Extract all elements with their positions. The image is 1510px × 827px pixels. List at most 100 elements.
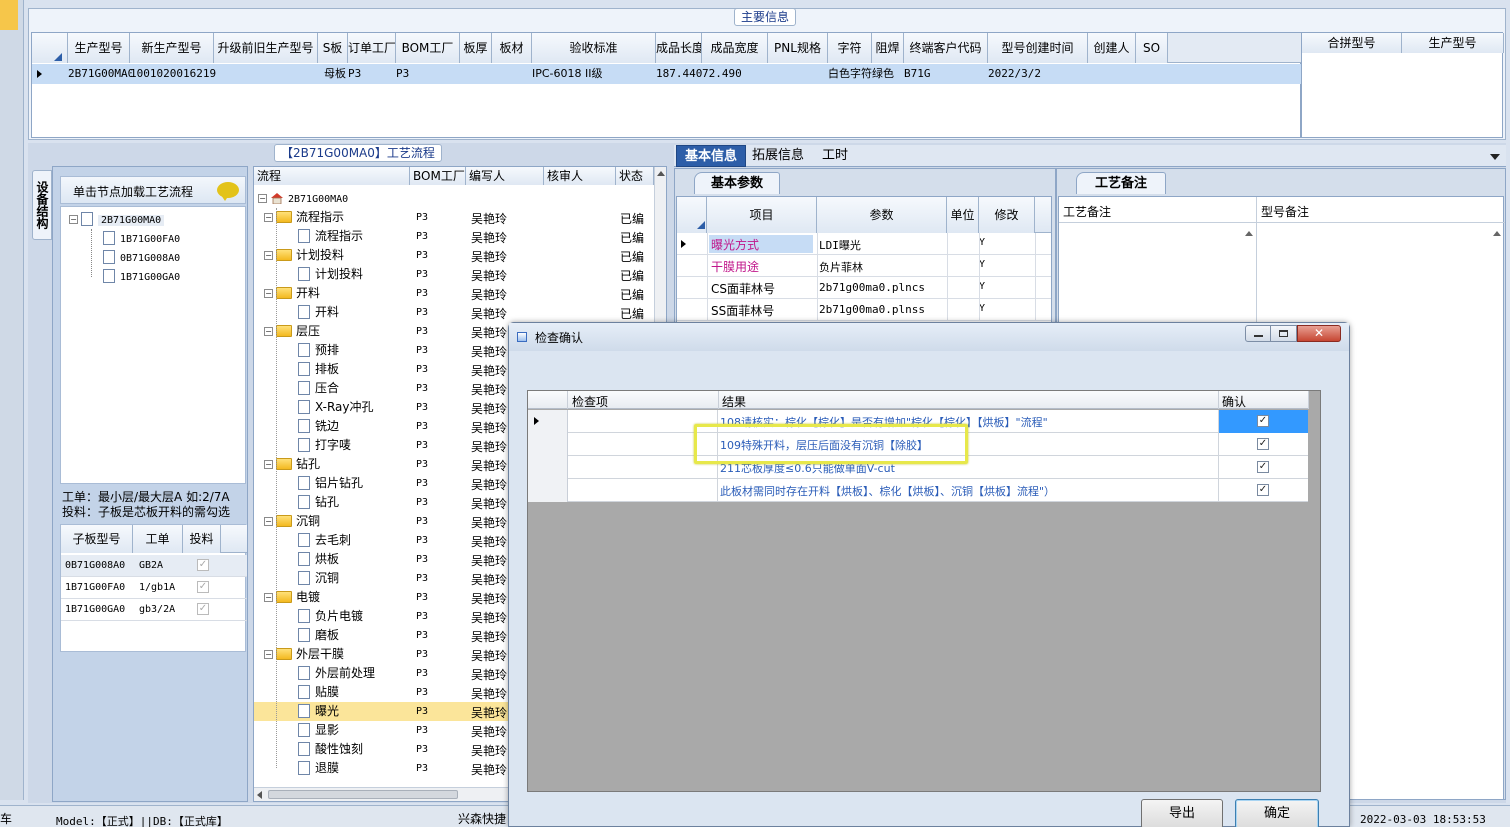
flow-node[interactable]: − 沉铜 bbox=[264, 512, 320, 531]
flow-node[interactable]: − 钻孔 bbox=[264, 455, 320, 474]
main-col-header[interactable]: S板 bbox=[318, 33, 348, 63]
flow-node[interactable]: 铣边 bbox=[298, 417, 339, 436]
main-col-header[interactable]: 升级前旧生产型号 bbox=[214, 33, 318, 63]
flow-node[interactable]: − 开料 bbox=[264, 284, 320, 303]
scroll-up-icon[interactable] bbox=[657, 171, 665, 176]
export-button[interactable]: 导出 bbox=[1141, 799, 1223, 827]
dlg-col-header[interactable]: 结果 bbox=[722, 393, 1216, 410]
right-tab[interactable]: 拓展信息 bbox=[744, 145, 812, 167]
flow-node[interactable]: 压合 bbox=[298, 379, 339, 398]
sub-board-row[interactable]: 1B71G00FA0 1/gb1A ✓ bbox=[61, 577, 247, 599]
main-col-header[interactable]: 成品宽度 bbox=[702, 33, 768, 63]
collapse-icon[interactable]: − bbox=[69, 215, 78, 224]
flow-col-header[interactable]: 状态 bbox=[616, 167, 654, 185]
main-col-header[interactable]: 验收标准 bbox=[532, 33, 656, 63]
flow-node[interactable]: 酸性蚀刻 bbox=[298, 740, 363, 759]
flow-row[interactable]: − 开料 P3 吴艳玲 已编 bbox=[254, 284, 654, 303]
bp-col-header[interactable]: 修改 bbox=[979, 197, 1035, 233]
collapse-icon[interactable]: − bbox=[264, 251, 273, 260]
flow-node[interactable]: 曝光 bbox=[298, 702, 339, 721]
dialog-titlebar[interactable]: 检查确认 ✕ bbox=[509, 323, 1349, 351]
model-tree-node[interactable]: 0B71G008A0 bbox=[103, 248, 180, 267]
tab-process-notes[interactable]: 工艺备注 bbox=[1076, 172, 1167, 194]
model-tree-node[interactable]: 1B71G00GA0 bbox=[103, 267, 180, 286]
confirm-checkbox[interactable]: ✓ bbox=[1257, 438, 1269, 450]
bp-row[interactable]: 曝光方式 LDI曝光 Y bbox=[677, 233, 1051, 255]
collapse-icon[interactable]: − bbox=[264, 650, 273, 659]
bp-col-header[interactable]: 参数 bbox=[817, 197, 947, 233]
main-col-header[interactable]: 终端客户代码 bbox=[904, 33, 988, 63]
main-col-header[interactable]: 板材 bbox=[492, 33, 532, 63]
flow-node[interactable]: 磨板 bbox=[298, 626, 339, 645]
minimize-button[interactable] bbox=[1245, 325, 1271, 342]
flow-node[interactable]: 铝片钻孔 bbox=[298, 474, 363, 493]
feed-checkbox[interactable]: ✓ bbox=[197, 603, 209, 615]
flow-node[interactable]: 贴膜 bbox=[298, 683, 339, 702]
check-row[interactable]: 此板材需同时存在开料【烘板】、棕化【烘板】、沉铜【烘板】流程"） ✓ bbox=[528, 479, 1308, 502]
flow-row[interactable]: 开料 P3 吴艳玲 已编 bbox=[254, 303, 654, 322]
main-col-header[interactable]: 订单工厂 bbox=[348, 33, 396, 63]
right-tab[interactable]: 基本信息 bbox=[676, 145, 747, 167]
main-col-header[interactable]: 字符 bbox=[828, 33, 872, 63]
flow-node[interactable]: 开料 bbox=[298, 303, 339, 322]
flow-node[interactable]: 烘板 bbox=[298, 550, 339, 569]
confirm-checkbox[interactable]: ✓ bbox=[1257, 461, 1269, 473]
sub-col-header[interactable]: 投料 bbox=[183, 525, 221, 553]
flow-row[interactable]: 计划投料 P3 吴艳玲 已编 bbox=[254, 265, 654, 284]
sub-col-header[interactable]: 工单 bbox=[133, 525, 183, 553]
flow-row[interactable]: − 计划投料 P3 吴艳玲 已编 bbox=[254, 246, 654, 265]
flow-node[interactable]: 沉铜 bbox=[298, 569, 339, 588]
merge-col-header[interactable]: 合拼型号 bbox=[1302, 33, 1402, 53]
sub-board-row[interactable]: 0B71G008A0 GB2A ✓ bbox=[61, 555, 247, 577]
bp-col-header[interactable]: 项目 bbox=[707, 197, 817, 233]
model-tree-node[interactable]: 1B71G00FA0 bbox=[103, 229, 180, 248]
flow-node[interactable]: − 电镀 bbox=[264, 588, 320, 607]
hscroll-thumb[interactable] bbox=[268, 790, 458, 799]
flow-node[interactable]: − 层压 bbox=[264, 322, 320, 341]
flow-node[interactable]: − 外层干膜 bbox=[264, 645, 344, 664]
flow-col-header[interactable]: BOM工厂 bbox=[410, 167, 466, 185]
flow-node[interactable]: 流程指示 bbox=[298, 227, 363, 246]
main-col-header[interactable]: 生产型号 bbox=[68, 33, 130, 63]
flow-node[interactable]: 外层前处理 bbox=[298, 664, 375, 683]
sub-col-header[interactable]: 子板型号 bbox=[61, 525, 133, 553]
collapse-icon[interactable]: − bbox=[264, 327, 273, 336]
confirm-checkbox[interactable]: ✓ bbox=[1257, 415, 1269, 427]
main-col-header[interactable]: 成品长度 bbox=[656, 33, 702, 63]
feed-checkbox[interactable]: ✓ bbox=[197, 581, 209, 593]
flow-node[interactable]: 预排 bbox=[298, 341, 339, 360]
flow-col-header[interactable]: 流程 bbox=[254, 167, 410, 185]
flow-node[interactable]: 退膜 bbox=[298, 759, 339, 778]
tab-basic-params[interactable]: 基本参数 bbox=[694, 172, 781, 194]
scroll-left-icon[interactable] bbox=[257, 791, 262, 799]
bp-row[interactable]: 干膜用途 负片菲林 Y bbox=[677, 255, 1051, 277]
flow-col-header[interactable]: 核审人 bbox=[544, 167, 616, 185]
main-col-header[interactable]: 阻焊 bbox=[872, 33, 904, 63]
flow-node[interactable]: 钻孔 bbox=[298, 493, 339, 512]
main-col-header[interactable]: 新生产型号 bbox=[130, 33, 214, 63]
bp-col-header[interactable]: 单位 bbox=[947, 197, 979, 233]
dlg-col-header[interactable]: 确认 bbox=[1222, 393, 1306, 410]
device-structure-tab[interactable]: 设备结构 bbox=[32, 170, 52, 240]
main-col-header[interactable]: 型号创建时间 bbox=[988, 33, 1088, 63]
flow-node[interactable]: 负片电镀 bbox=[298, 607, 363, 626]
flow-node[interactable]: 显影 bbox=[298, 721, 339, 740]
main-col-header[interactable]: BOM工厂 bbox=[396, 33, 460, 63]
confirm-checkbox[interactable]: ✓ bbox=[1257, 484, 1269, 496]
scroll-up-icon[interactable] bbox=[1245, 231, 1253, 236]
flow-node[interactable]: X-Ray冲孔 bbox=[298, 398, 373, 417]
model-tree-root[interactable]: − 2B71G00MA0 bbox=[69, 210, 165, 229]
dlg-col-header[interactable]: 检查项 bbox=[572, 393, 716, 410]
flow-row[interactable]: − 流程指示 P3 吴艳玲 已编 bbox=[254, 208, 654, 227]
flow-node[interactable]: 去毛刺 bbox=[298, 531, 351, 550]
collapse-icon[interactable]: − bbox=[264, 460, 273, 469]
main-col-header[interactable]: SO bbox=[1136, 33, 1168, 63]
tab-dropdown-icon[interactable] bbox=[1490, 154, 1500, 160]
flow-col-header[interactable]: 编写人 bbox=[466, 167, 544, 185]
ok-button[interactable]: 确定 bbox=[1235, 799, 1319, 827]
flow-node[interactable]: 排板 bbox=[298, 360, 339, 379]
flow-root[interactable]: − 2B71G00MA0 bbox=[258, 189, 348, 208]
sub-board-row[interactable]: 1B71G00GA0 gb3/2A ✓ bbox=[61, 599, 247, 621]
feed-checkbox[interactable]: ✓ bbox=[197, 559, 209, 571]
flow-node[interactable]: − 流程指示 bbox=[264, 208, 344, 227]
